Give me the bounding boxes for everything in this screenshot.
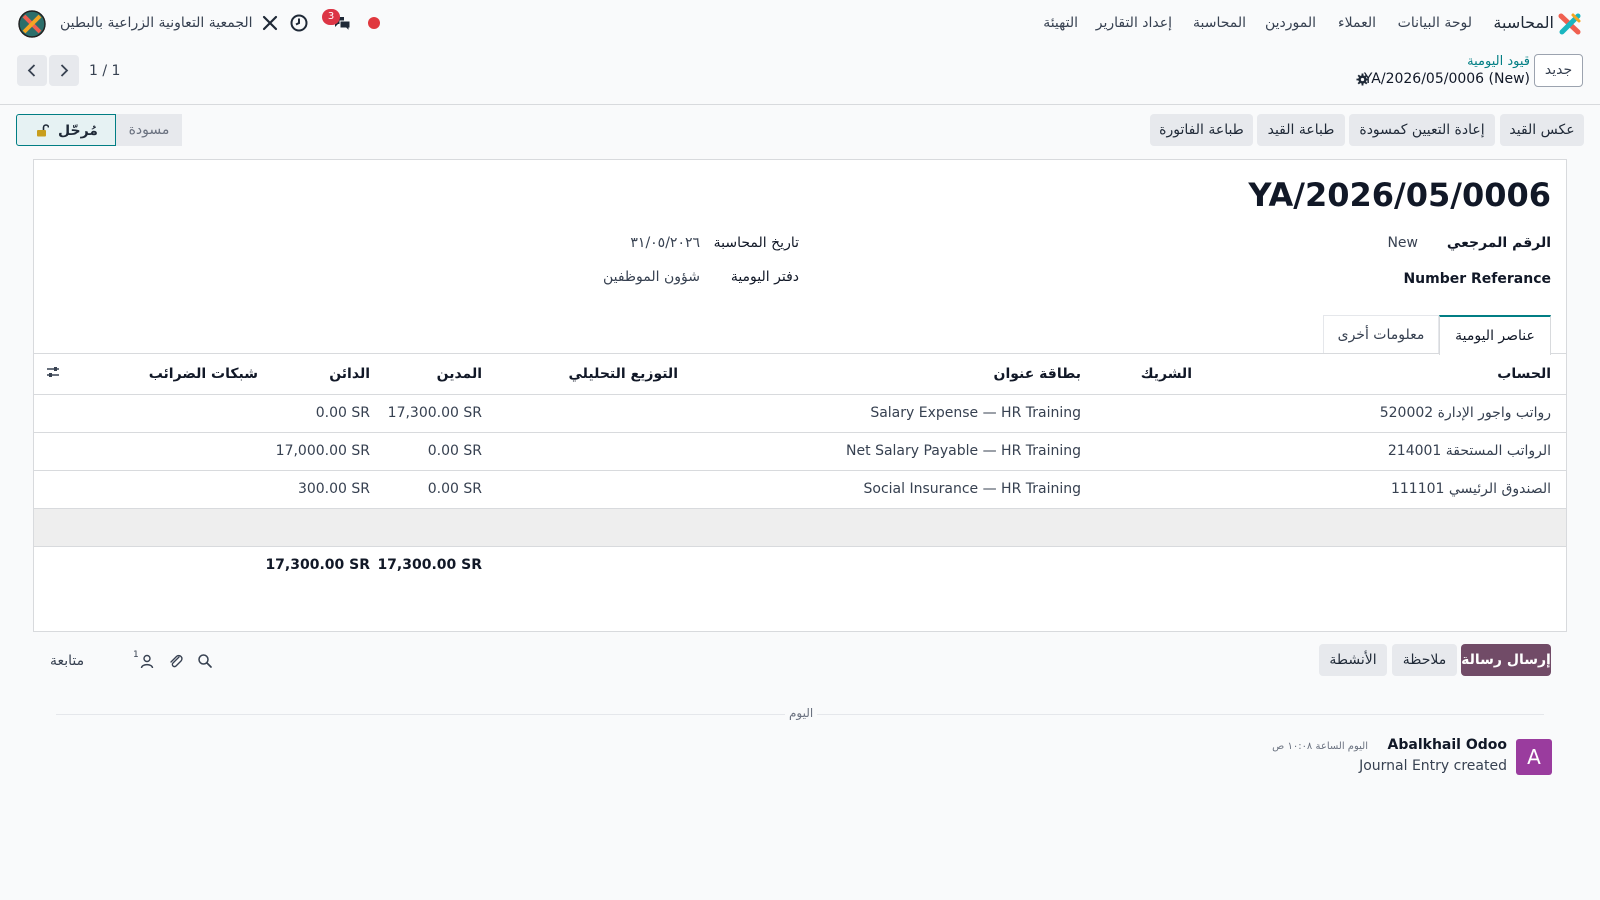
table-row[interactable]: 300.00 SR 0.00 SR Social Insurance — HR … <box>34 470 1566 509</box>
clock-icon[interactable] <box>289 13 309 33</box>
tab-other-info[interactable]: معلومات أخرى <box>1323 315 1439 354</box>
search-icon[interactable] <box>197 653 213 669</box>
reference-field[interactable]: New <box>1387 235 1418 251</box>
stage-posted-label: مُرحّل <box>58 123 98 139</box>
sliders-icon[interactable] <box>45 364 61 380</box>
column-header-tax-grids[interactable]: شبكات الضرائب <box>72 354 258 395</box>
print-entry-button[interactable]: طباعة القيد <box>1257 114 1345 146</box>
new-button[interactable]: جديد <box>1534 54 1583 87</box>
account-cell[interactable]: 111101 الصندوق الرئيسي <box>1192 470 1566 509</box>
partner-cell[interactable] <box>1081 394 1192 433</box>
menu-configuration[interactable]: التهيئة <box>1043 15 1078 31</box>
credit-cell[interactable]: 300.00 SR <box>258 470 370 509</box>
messages-badge: 3 <box>322 9 340 25</box>
accounting-date-field[interactable]: ٣١/٠٥/٢٠٢٦ <box>630 235 700 251</box>
column-header-analytic[interactable]: التوزيع التحليلي <box>482 354 678 395</box>
journal-items-table: شبكات الضرائب الدائن المدين التوزيع التح… <box>34 354 1566 584</box>
credit-cell[interactable]: 17,000.00 SR <box>258 432 370 471</box>
accounting-app-icon[interactable] <box>1558 12 1582 36</box>
menu-reporting[interactable]: إعداد التقارير <box>1096 15 1172 31</box>
menu-accounting[interactable]: المحاسبة <box>1193 15 1246 31</box>
author-avatar[interactable]: A <box>1516 739 1552 775</box>
total-credit: 17,300.00 SR <box>265 557 370 574</box>
followers-icon[interactable] <box>139 653 155 669</box>
pager-previous-button[interactable] <box>17 55 47 86</box>
stage-posted[interactable]: مُرحّل <box>16 114 116 146</box>
activities-button[interactable]: الأنشطة <box>1319 644 1387 676</box>
pager-value[interactable]: 1 / 1 <box>89 63 120 79</box>
reverse-entry-button[interactable]: عكس القيد <box>1500 114 1584 146</box>
date-divider-label: اليوم <box>785 706 818 720</box>
partner-cell[interactable] <box>1081 470 1192 509</box>
debit-cell[interactable]: 0.00 SR <box>370 432 482 471</box>
column-settings-cell[interactable] <box>34 354 72 395</box>
label-cell[interactable]: Net Salary Payable — HR Training <box>678 432 1081 471</box>
message-body: Journal Entry created <box>1359 758 1507 774</box>
print-invoice-button[interactable]: طباعة الفاتورة <box>1150 114 1253 146</box>
analytic-cell[interactable] <box>482 432 678 471</box>
journal-label: دفتر اليومية <box>730 269 799 285</box>
column-header-account[interactable]: الحساب <box>1192 354 1566 395</box>
follow-button[interactable]: متابعة <box>50 653 84 669</box>
analytic-cell[interactable] <box>482 394 678 433</box>
debit-cell[interactable]: 17,300.00 SR <box>370 394 482 433</box>
table-row[interactable]: 17,000.00 SR 0.00 SR Net Salary Payable … <box>34 432 1566 471</box>
pager-next-button[interactable] <box>49 55 79 86</box>
analytic-cell[interactable] <box>482 470 678 509</box>
table-header-row: شبكات الضرائب الدائن المدين التوزيع التح… <box>34 354 1566 395</box>
total-debit: 17,300.00 SR <box>377 557 482 574</box>
company-name[interactable]: الجمعية التعاونية الزراعية بالبطين <box>60 15 253 31</box>
control-panel: جديد قيود اليومية YA/2026/05/0006 (New) … <box>0 48 1600 105</box>
debit-cell[interactable]: 0.00 SR <box>370 470 482 509</box>
label-cell[interactable]: Social Insurance — HR Training <box>678 470 1081 509</box>
account-cell[interactable]: 214001 الرواتب المستحقة <box>1192 432 1566 471</box>
reference-label: الرقم المرجعي <box>1446 235 1551 251</box>
journal-field[interactable]: شؤون الموظفين <box>603 269 700 285</box>
message-time: اليوم الساعة ١٠:٠٨ ص <box>1272 741 1368 752</box>
number-reference-label: Number Referance <box>1403 271 1551 287</box>
menu-dashboard[interactable]: لوحة البيانات <box>1398 15 1472 31</box>
column-header-label[interactable]: بطاقة عنوان <box>678 354 1081 395</box>
followers-count: 1 <box>133 650 139 660</box>
record-dot-icon[interactable] <box>368 17 380 29</box>
totals-row: 17,300.00 SR 17,300.00 SR <box>34 546 1566 584</box>
column-header-partner[interactable]: الشريك <box>1081 354 1192 395</box>
accounting-date-label: تاريخ المحاسبة <box>713 235 799 251</box>
column-header-debit[interactable]: المدين <box>370 354 482 395</box>
message-author[interactable]: Abalkhail Odoo <box>1388 737 1507 753</box>
page-title: YA/2026/05/0006 <box>1248 176 1551 214</box>
user-avatar[interactable] <box>18 10 46 38</box>
menu-customers[interactable]: العملاء <box>1338 15 1376 31</box>
chevron-left-icon <box>27 64 36 77</box>
tab-journal-items[interactable]: عناصر اليومية <box>1439 315 1551 355</box>
log-note-button[interactable]: ملاحظة <box>1392 644 1457 676</box>
paperclip-icon[interactable] <box>168 653 184 669</box>
breadcrumb-current: YA/2026/05/0006 (New) <box>1363 71 1530 87</box>
form-sheet: YA/2026/05/0006 الرقم المرجعي New Number… <box>33 159 1567 632</box>
top-navbar: المحاسبة لوحة البيانات العملاء الموردين … <box>0 0 1600 48</box>
chevron-right-icon <box>60 64 69 77</box>
empty-row[interactable] <box>34 508 1566 547</box>
menu-vendors[interactable]: الموردين <box>1265 15 1316 31</box>
lock-open-icon <box>37 124 49 137</box>
gear-icon[interactable] <box>1356 73 1369 86</box>
label-cell[interactable]: Salary Expense — HR Training <box>678 394 1081 433</box>
column-header-credit[interactable]: الدائن <box>258 354 370 395</box>
send-message-button[interactable]: إرسال رسالة <box>1461 644 1551 676</box>
reset-to-draft-button[interactable]: إعادة التعيين كمسودة <box>1349 114 1495 146</box>
breadcrumb-parent[interactable]: قيود اليومية <box>1467 54 1530 69</box>
app-name[interactable]: المحاسبة <box>1493 13 1554 32</box>
credit-cell[interactable]: 0.00 SR <box>258 394 370 433</box>
account-cell[interactable]: 520002 رواتب واجور الإدارة <box>1192 394 1566 433</box>
tools-icon[interactable] <box>260 13 280 33</box>
table-row[interactable]: 0.00 SR 17,300.00 SR Salary Expense — HR… <box>34 394 1566 433</box>
partner-cell[interactable] <box>1081 432 1192 471</box>
